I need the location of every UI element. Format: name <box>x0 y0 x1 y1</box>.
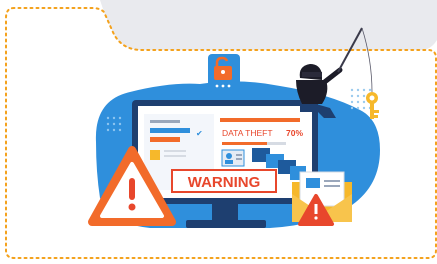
warning-label: WARNING <box>188 174 261 191</box>
data-theft-label: DATA THEFT <box>222 128 273 138</box>
data-theft-percent: 70% <box>286 128 303 138</box>
warning-banner: WARNING <box>171 169 277 193</box>
padlock-icon <box>208 54 240 92</box>
key-icon <box>366 92 379 119</box>
svg-text:✔: ✔ <box>196 129 203 138</box>
envelope-warning-icon <box>292 171 352 226</box>
fishing-rod-icon <box>337 27 373 93</box>
scene: ✔ DATA THEFT 70% WARNING <box>88 27 380 228</box>
illustration-card: ✔ DATA THEFT 70% WARNING <box>0 0 437 264</box>
